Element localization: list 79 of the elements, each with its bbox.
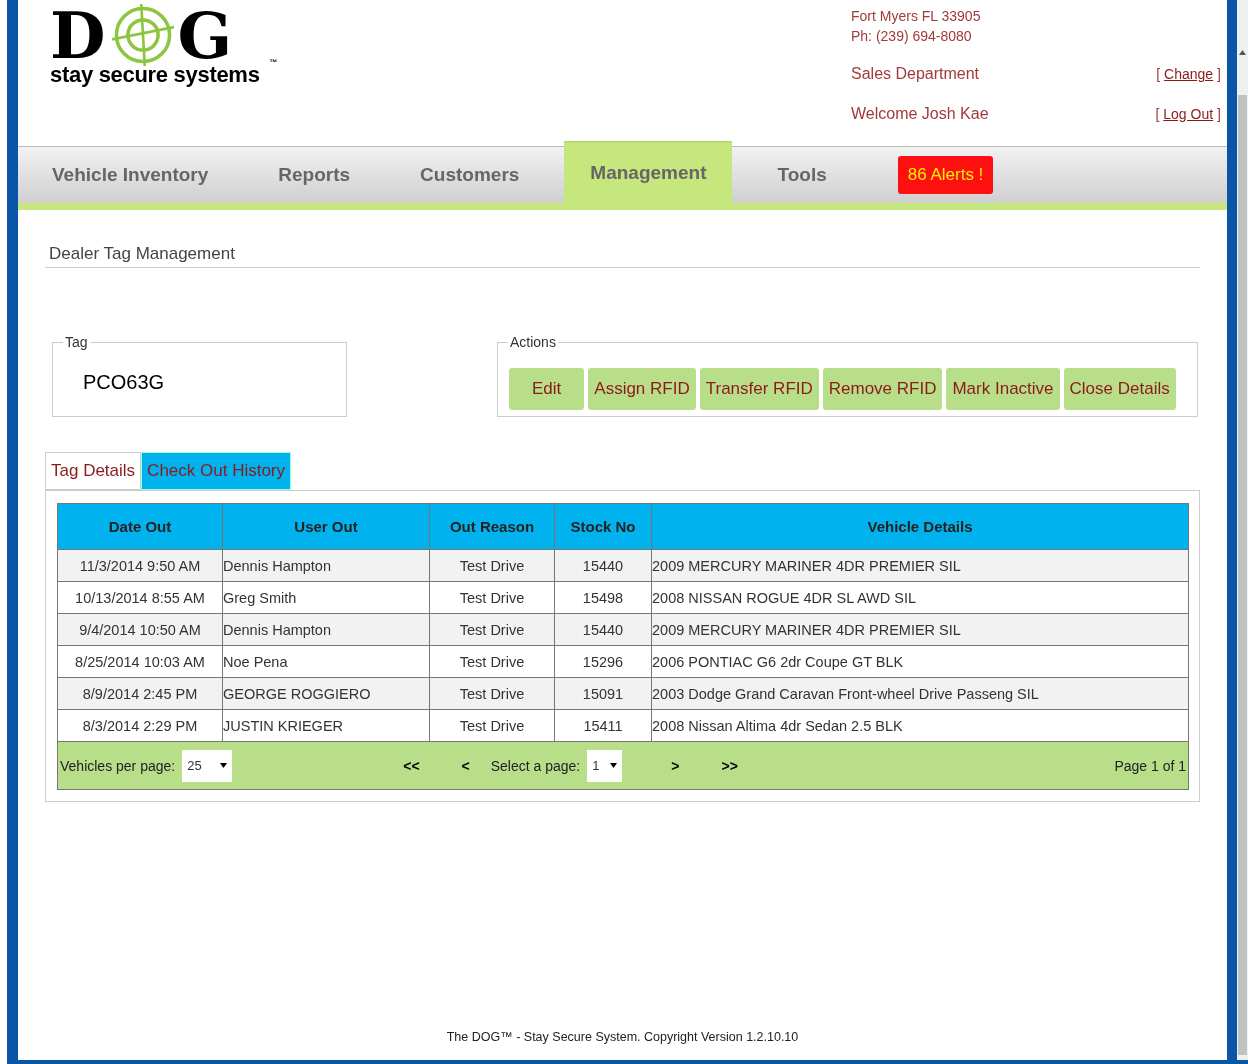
action-button[interactable]: Transfer RFID [699, 368, 819, 410]
footer-text: The DOG™ - Stay Secure System. Copyright Version 1.2.10.10 [445, 1030, 800, 1046]
bracket-text: [ [1155, 106, 1160, 122]
alerts-button[interactable]: 86 Alerts ! [897, 156, 994, 194]
department-label: Sales Department [851, 65, 980, 83]
previous-page-link[interactable]: < [440, 757, 491, 774]
nav-tab[interactable]: Vehicle Inventory [18, 147, 244, 203]
table-cell: 2008 NISSAN ROGUE 4DR SL AWD SIL [651, 581, 1189, 614]
bracket-text: [ [1156, 66, 1161, 82]
change-link[interactable]: Change [1164, 66, 1214, 82]
table-cell: Test Drive [429, 581, 555, 614]
per-page-select[interactable]: 25 [182, 749, 233, 782]
table-cell: 15296 [554, 645, 652, 678]
action-button[interactable]: Mark Inactive [946, 368, 1060, 410]
action-button[interactable]: Assign RFID [588, 368, 696, 410]
table-cell: Test Drive [429, 549, 555, 582]
table-cell: Noe Pena [222, 645, 430, 678]
table-cell: 15498 [554, 581, 652, 614]
table-cell: JUSTIN KRIEGER [222, 709, 430, 742]
tag-value: PCO63G [83, 371, 166, 394]
bracket-text: ] [1217, 106, 1221, 122]
panel-legend: Tag [63, 334, 90, 350]
column-header: Out Reason [429, 503, 555, 550]
select-page-label: Select a page: [490, 757, 581, 774]
table-cell: 15411 [554, 709, 652, 742]
logout-link[interactable]: Log Out [1163, 106, 1214, 122]
table-cell: Test Drive [429, 709, 555, 742]
page-info: Page 1 of 1 [1114, 757, 1186, 774]
table-cell: Dennis Hampton [222, 613, 430, 646]
table-cell: 2003 Dodge Grand Caravan Front-wheel Drive Passeng SIL [651, 677, 1189, 710]
bracket-text: ] [1217, 66, 1221, 82]
column-header: Stock No [554, 503, 652, 550]
page-select[interactable]: 1 [587, 749, 623, 782]
action-button[interactable]: Close Details [1063, 368, 1176, 410]
address-text: Fort Myers FL 33905 [851, 7, 982, 26]
first-page-link[interactable]: << [382, 757, 441, 774]
table-cell: Greg Smith [222, 581, 430, 614]
table-cell: Test Drive [429, 677, 555, 710]
tab[interactable]: Tag Details [45, 452, 142, 490]
table-cell: 15440 [554, 613, 652, 646]
per-page-label: Vehicles per page: [60, 757, 176, 774]
table-cell: 15440 [554, 549, 652, 582]
table-cell: Test Drive [429, 613, 555, 646]
table-cell: 8/25/2014 10:03 AM [57, 645, 223, 678]
nav-tab[interactable]: Customers [385, 147, 555, 203]
nav-tab[interactable]: Reports [243, 147, 386, 203]
scroll-up-icon[interactable] [1239, 50, 1246, 55]
column-header: User Out [222, 503, 430, 550]
panel-legend: Actions [508, 334, 558, 350]
column-header: Vehicle Details [651, 503, 1189, 550]
table-cell: 2008 Nissan Altima 4dr Sedan 2.5 BLK [651, 709, 1189, 742]
caret-icon [220, 763, 228, 768]
nav-tab[interactable]: Management [564, 141, 733, 203]
welcome-text: Welcome Josh Kae [851, 105, 989, 123]
page-title: Dealer Tag Management [45, 243, 1200, 268]
table-cell: Test Drive [429, 645, 555, 678]
tab[interactable]: Check Out History [141, 452, 292, 490]
address-text: Ph: (239) 694-8080 [851, 27, 973, 46]
action-button[interactable]: Remove RFID [822, 368, 943, 410]
logo: D G stay secure systems ™ [50, 2, 279, 89]
table-cell: 2009 MERCURY MARINER 4DR PREMIER SIL [651, 549, 1189, 582]
last-page-link[interactable]: >> [700, 757, 759, 774]
table-cell: 10/13/2014 8:55 AM [57, 581, 223, 614]
caret-icon [610, 763, 618, 768]
scrollbar[interactable] [1237, 0, 1248, 1060]
table-cell: 8/3/2014 2:29 PM [57, 709, 223, 742]
action-button[interactable]: Edit [509, 368, 585, 410]
nav-tab[interactable]: Tools [742, 147, 862, 203]
table-cell: 15091 [554, 677, 652, 710]
table-cell: 2009 MERCURY MARINER 4DR PREMIER SIL [651, 613, 1189, 646]
table-cell: GEORGE ROGGIERO [222, 677, 430, 710]
table-cell: 11/3/2014 9:50 AM [57, 549, 223, 582]
table-cell: Dennis Hampton [222, 549, 430, 582]
table-cell: 2006 PONTIAC G6 2dr Coupe GT BLK [651, 645, 1189, 678]
table-cell: 9/4/2014 10:50 AM [57, 613, 223, 646]
scrollbar-thumb[interactable] [1238, 95, 1247, 1055]
column-header: Date Out [57, 503, 223, 550]
table-cell: 8/9/2014 2:45 PM [57, 677, 223, 710]
next-page-link[interactable]: > [650, 757, 701, 774]
